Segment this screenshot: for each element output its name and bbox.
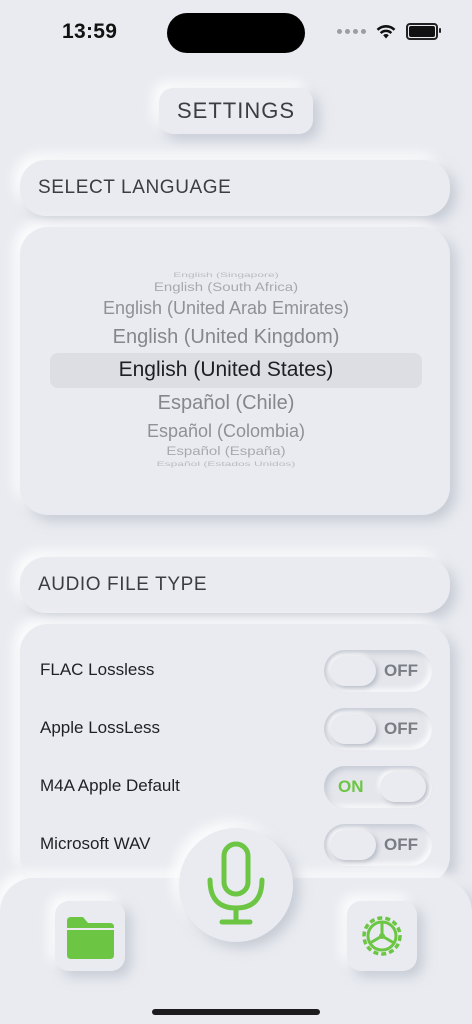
language-option[interactable]: Español (Colombia) xyxy=(30,421,422,442)
toggle-knob xyxy=(330,656,376,686)
audio-file-type-header: AUDIO FILE TYPE xyxy=(20,557,450,613)
select-language-header: SELECT LANGUAGE xyxy=(20,160,450,216)
status-icons xyxy=(337,23,441,40)
toggle-knob xyxy=(330,714,376,744)
wifi-icon xyxy=(376,25,396,39)
flac-toggle[interactable]: OFF xyxy=(324,650,432,692)
option-label: M4A Apple Default xyxy=(40,776,180,795)
toggle-state: OFF xyxy=(384,719,418,738)
record-button[interactable] xyxy=(179,828,293,942)
toggle-state: ON xyxy=(338,777,364,796)
status-time: 13:59 xyxy=(62,20,118,43)
home-indicator xyxy=(152,1009,320,1015)
folder-icon xyxy=(67,917,114,959)
signal-icon xyxy=(337,29,366,34)
language-option[interactable]: English (United Kingdom) xyxy=(30,326,422,349)
language-picker[interactable]: English (Singapore) English (South Afric… xyxy=(30,262,422,472)
language-option[interactable]: English (South Africa) xyxy=(30,281,422,295)
apple-lossless-toggle[interactable]: OFF xyxy=(324,708,432,750)
option-row-m4a: M4A Apple Default ON xyxy=(20,766,432,808)
option-label: Apple LossLess xyxy=(40,718,161,737)
language-option[interactable]: English (United Arab Emirates) xyxy=(30,298,422,319)
gear-icon xyxy=(362,916,402,956)
page-title: SETTINGS xyxy=(159,88,313,134)
option-row-flac: FLAC Lossless OFF xyxy=(20,650,432,692)
option-row-apple-lossless: Apple LossLess OFF xyxy=(20,708,432,750)
m4a-toggle[interactable]: ON xyxy=(324,766,432,808)
dynamic-island xyxy=(167,13,305,53)
settings-button[interactable] xyxy=(347,901,417,971)
toggle-knob xyxy=(380,772,426,802)
toggle-knob xyxy=(330,830,376,860)
language-option-selected[interactable]: English (United States) xyxy=(30,358,422,382)
files-button[interactable] xyxy=(55,901,125,971)
option-label: Microsoft WAV xyxy=(40,834,151,853)
language-option[interactable]: Español (España) xyxy=(30,445,422,459)
toggle-state: OFF xyxy=(384,835,418,854)
wav-toggle[interactable]: OFF xyxy=(324,824,432,866)
battery-icon xyxy=(406,23,441,40)
microphone-icon xyxy=(207,841,265,925)
toggle-state: OFF xyxy=(384,661,418,680)
language-option[interactable]: Español (Estados Unidos) xyxy=(30,460,422,468)
option-label: FLAC Lossless xyxy=(40,660,155,679)
language-option[interactable]: English (Singapore) xyxy=(30,271,422,279)
language-option[interactable]: Español (Chile) xyxy=(30,392,422,415)
